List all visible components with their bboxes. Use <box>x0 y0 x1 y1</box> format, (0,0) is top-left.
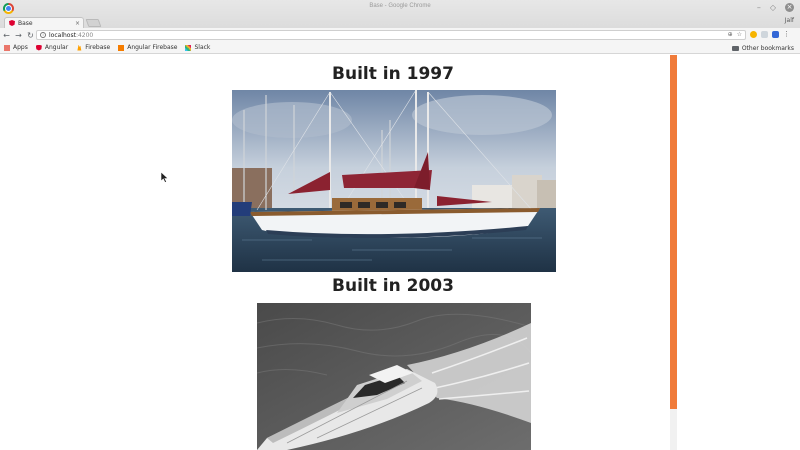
window-title: Base - Google Chrome <box>369 3 431 9</box>
sailboat-photo <box>232 90 556 272</box>
mouse-cursor-icon <box>161 172 169 183</box>
title-bar: Base - Google Chrome – ◇ × Jalf Base × <box>0 0 800 28</box>
page-scrollbar-thumb[interactable] <box>670 55 677 409</box>
bookmark-label: Slack <box>194 44 211 51</box>
angular-favicon-icon <box>9 20 15 26</box>
boat-list: Built in 1997 Built in 2003 <box>0 55 786 450</box>
firebase-icon <box>77 44 82 51</box>
bookmark-slack[interactable]: Slack <box>185 44 210 51</box>
bookmark-firebase[interactable]: Firebase <box>76 44 110 51</box>
profile-button[interactable]: Jalf <box>785 17 794 24</box>
other-bookmarks-label: Other bookmarks <box>741 45 794 52</box>
minimize-button[interactable]: – <box>757 3 761 12</box>
bookmarks-bar: Apps Angular Firebase Angular Firebase S… <box>0 42 800 54</box>
new-tab-button[interactable] <box>85 19 102 27</box>
bookmark-angular[interactable]: Angular <box>35 44 69 51</box>
bookmark-apps[interactable]: Apps <box>4 44 28 51</box>
boat-heading-1997: Built in 1997 <box>332 64 454 84</box>
tab-title: Base <box>18 19 33 27</box>
zoom-icon[interactable]: ⊕ <box>728 31 733 38</box>
forward-button[interactable]: → <box>13 31 24 40</box>
folder-icon <box>731 46 739 51</box>
slack-icon <box>185 44 192 51</box>
page-viewport: Built in 1997 Built in 2003 <box>0 55 800 450</box>
apps-grid-icon <box>4 44 10 51</box>
bookmark-label: Angular <box>44 44 69 51</box>
url-port: :4200 <box>75 31 94 39</box>
bookmark-label: Apps <box>13 44 28 51</box>
extensions-area: ⋮ <box>750 30 790 38</box>
bookmark-angular-firebase[interactable]: Angular Firebase <box>118 44 177 51</box>
extension-icon-1[interactable] <box>750 30 757 38</box>
other-bookmarks[interactable]: Other bookmarks <box>731 45 794 52</box>
back-button[interactable]: ← <box>1 31 12 40</box>
address-bar[interactable]: i localhost :4200 ⊕ ☆ <box>36 30 746 40</box>
extension-icon-3[interactable] <box>772 30 779 38</box>
window-controls: – ◇ × <box>757 3 794 12</box>
extension-icon-2[interactable] <box>761 30 768 38</box>
reload-button[interactable]: ↻ <box>25 31 36 40</box>
close-window-button[interactable]: × <box>785 3 794 12</box>
bookmark-label: Firebase <box>85 44 111 51</box>
bookmark-label: Angular Firebase <box>127 44 178 51</box>
url-host: localhost <box>49 31 76 39</box>
chrome-menu-button[interactable]: ⋮ <box>783 30 790 38</box>
tab-close-icon[interactable]: × <box>75 20 83 27</box>
angular-firebase-icon <box>118 44 125 51</box>
tab-base[interactable]: Base × <box>4 17 84 28</box>
maximize-button[interactable]: ◇ <box>770 3 776 12</box>
angular-icon <box>35 44 42 51</box>
boat-heading-2003: Built in 2003 <box>332 276 454 296</box>
browser-toolbar: ← → ↻ i localhost :4200 ⊕ ☆ ⋮ <box>0 28 800 42</box>
site-info-icon[interactable]: i <box>40 32 46 38</box>
motorboat-photo <box>257 303 531 450</box>
bookmark-star-icon[interactable]: ☆ <box>737 31 742 38</box>
